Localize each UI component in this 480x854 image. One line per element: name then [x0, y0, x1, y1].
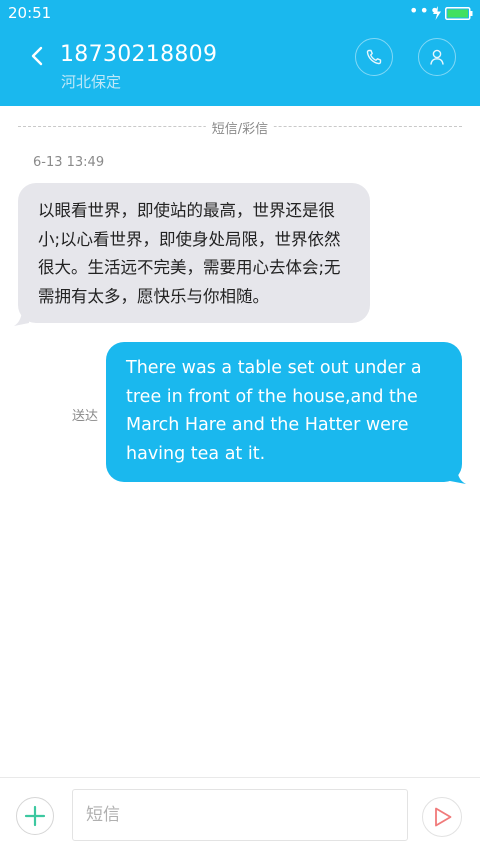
incoming-message-bubble[interactable]: 以眼看世界，即使站的最高，世界还是很小;以心看世界，即使身处局限，世界依然很大。… [18, 183, 370, 323]
battery-icon [445, 7, 473, 20]
contact-info-button[interactable] [418, 38, 456, 76]
lightning-icon [433, 6, 441, 20]
outgoing-message-bubble[interactable]: There was a table set out under a tree i… [106, 342, 462, 482]
message-type-label: 短信/彩信 [205, 118, 275, 137]
person-icon [430, 49, 444, 65]
send-triangle-icon [435, 807, 452, 827]
incoming-bubble-tail [14, 312, 29, 326]
conversation-header: 20:51 ••• 18730218809 河北保定 [0, 0, 480, 106]
composer-bar [0, 777, 480, 854]
call-button[interactable] [355, 38, 393, 76]
status-bar: 20:51 ••• [0, 0, 480, 28]
back-button[interactable] [26, 42, 50, 70]
message-input[interactable] [72, 789, 408, 841]
status-time: 20:51 [8, 4, 52, 22]
outgoing-bubble-tail [450, 470, 466, 484]
message-timestamp: 6-13 13:49 [33, 155, 105, 170]
delivery-status: 送达 [72, 409, 99, 424]
contact-location: 河北保定 [61, 73, 122, 91]
send-button[interactable] [422, 797, 462, 837]
message-type-divider: 短信/彩信 [18, 118, 462, 137]
phone-icon [366, 49, 382, 65]
contact-number: 18730218809 [60, 42, 218, 67]
attach-button[interactable] [16, 797, 54, 835]
plus-icon [24, 805, 46, 827]
